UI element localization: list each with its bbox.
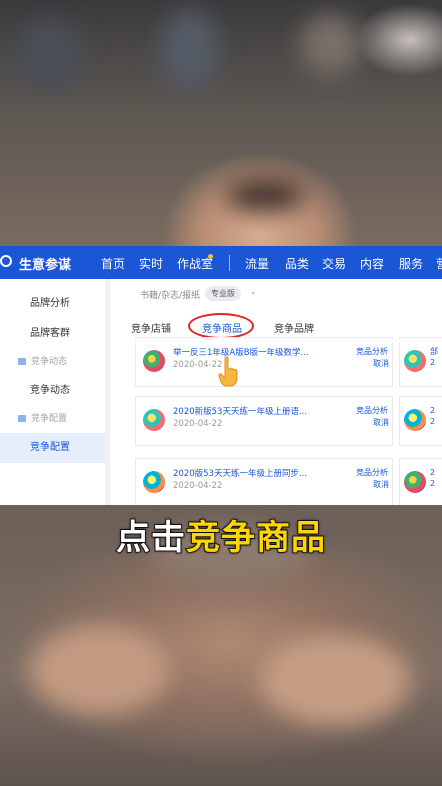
chart-icon	[18, 415, 26, 422]
cancel-link[interactable]: 取消	[373, 358, 389, 369]
product-thumbnail	[143, 409, 165, 431]
notification-dot	[208, 254, 213, 259]
product-card-partial[interactable]: 22	[399, 458, 442, 505]
top-nav-bar: 生意参谋 首页 实时 作战室 流量 品类 交易 内容 服务 营	[0, 246, 442, 279]
product-title-link[interactable]: 2020版53天天练一年级上册同步...	[173, 467, 307, 479]
sidebar: 品牌分析 品牌客群 竞争动态 竞争动态 竞争配置 竞争配置	[0, 279, 105, 505]
competitor-analysis-link[interactable]: 竞品分析	[356, 467, 388, 478]
cancel-link[interactable]: 取消	[373, 417, 389, 428]
product-date: 2020-04-22	[173, 360, 223, 370]
nav-item-category[interactable]: 品类	[285, 255, 309, 272]
chart-icon	[18, 358, 26, 365]
product-thumbnail	[143, 350, 165, 372]
bg-blur-shape	[225, 180, 305, 210]
bg-blur-shape	[15, 20, 85, 90]
brand-logo-icon	[0, 255, 12, 267]
sidebar-item-brand-analysis[interactable]: 品牌分析	[0, 289, 105, 319]
hand-pointer-icon	[218, 356, 238, 387]
nav-item-home[interactable]: 首页	[101, 255, 125, 272]
tab-competing-brands[interactable]: 竞争品牌	[274, 320, 314, 335]
product-card[interactable]: 2020版53天天练一年级上册同步... 2020-04-22 竞品分析 取消	[135, 458, 393, 505]
product-title-link[interactable]: 2020新版53天天练一年级上册语...	[173, 405, 307, 417]
nav-item-transaction[interactable]: 交易	[322, 255, 346, 272]
chevron-down-icon[interactable]: ⌄	[250, 287, 257, 296]
competitor-analysis-link[interactable]: 竞品分析	[356, 346, 388, 357]
nav-item-marketing[interactable]: 营	[436, 255, 442, 272]
category-breadcrumb[interactable]: 书籍/杂志/报纸	[140, 288, 200, 301]
main-content: 书籍/杂志/报纸 专业版 ⌄ 竞争店铺 竞争商品 竞争品牌 举一反三1年级A版B…	[110, 279, 442, 505]
caption-part-white: 点击	[115, 517, 186, 559]
nav-divider	[229, 255, 230, 271]
sidebar-item-brand-audience[interactable]: 品牌客群	[0, 319, 105, 349]
sidebar-item-competition-dynamics[interactable]: 竞争动态	[0, 376, 105, 406]
video-caption: 点击竞争商品	[0, 510, 442, 559]
product-card-partial[interactable]: 22	[399, 396, 442, 446]
bg-blur-shape	[30, 625, 170, 715]
product-date: 2020-04-22	[173, 481, 223, 491]
product-title-link[interactable]: 部2	[430, 346, 438, 368]
product-thumbnail	[143, 471, 165, 493]
highlight-circle	[188, 313, 254, 339]
sidebar-group-competition-config: 竞争配置	[0, 407, 105, 431]
competitor-analysis-link[interactable]: 竞品分析	[356, 405, 388, 416]
product-title-link[interactable]: 22	[430, 405, 435, 427]
caption-part-yellow: 竞争商品	[185, 517, 326, 559]
tabs-mask	[110, 339, 442, 342]
sidebar-item-competition-config[interactable]: 竞争配置	[0, 433, 105, 463]
sidebar-group-label: 竞争动态	[31, 357, 68, 367]
product-card[interactable]: 举一反三1年级A版B版一年级数学... 2020-04-22 竞品分析 取消	[135, 337, 393, 387]
product-thumbnail	[404, 409, 426, 431]
cancel-link[interactable]: 取消	[373, 479, 389, 490]
nav-item-content[interactable]: 内容	[360, 255, 384, 272]
brand-title[interactable]: 生意参谋	[19, 254, 71, 273]
product-title-link[interactable]: 举一反三1年级A版B版一年级数学...	[173, 346, 309, 358]
bg-blur-shape	[300, 15, 360, 75]
nav-item-traffic[interactable]: 流量	[245, 255, 269, 272]
edition-badge: 专业版	[205, 286, 241, 301]
product-thumbnail	[404, 350, 426, 372]
bg-blur-shape	[160, 10, 220, 90]
nav-item-realtime[interactable]: 实时	[139, 255, 163, 272]
product-thumbnail	[404, 471, 426, 493]
bg-blur-shape	[260, 635, 410, 725]
product-card[interactable]: 2020新版53天天练一年级上册语... 2020-04-22 竞品分析 取消	[135, 396, 393, 446]
sidebar-group-label: 竞争配置	[31, 414, 68, 424]
sidebar-group-competition-dynamics: 竞争动态	[0, 350, 105, 374]
background-top	[0, 0, 442, 246]
tab-competing-shops[interactable]: 竞争店铺	[131, 320, 171, 335]
product-date: 2020-04-22	[173, 419, 223, 429]
product-title-link[interactable]: 22	[430, 467, 435, 489]
nav-item-service[interactable]: 服务	[399, 255, 423, 272]
product-card-partial[interactable]: 部2	[399, 337, 442, 387]
